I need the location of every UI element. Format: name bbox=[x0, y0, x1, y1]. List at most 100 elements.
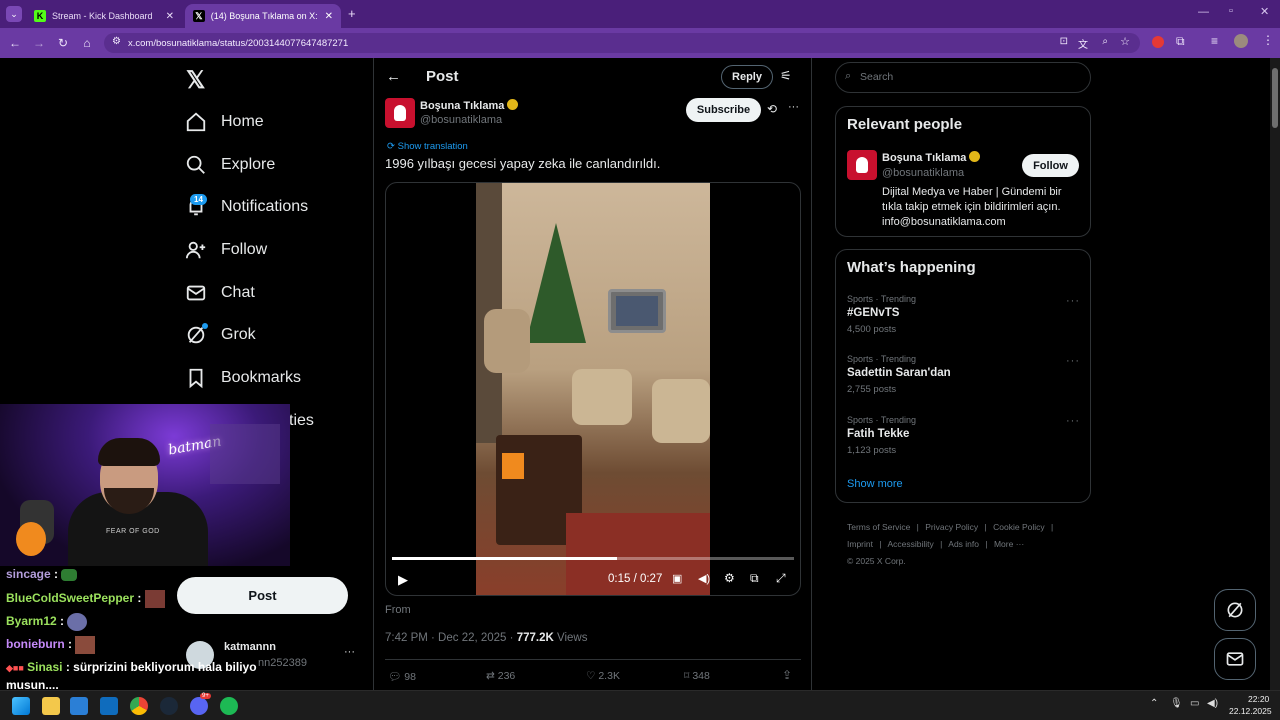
footer-link[interactable]: More ··· bbox=[994, 539, 1024, 549]
close-icon[interactable]: ✕ bbox=[325, 11, 333, 22]
nav-follow[interactable]: Follow bbox=[185, 239, 267, 261]
footer-link[interactable]: Ads info bbox=[948, 539, 979, 549]
steam-icon[interactable] bbox=[160, 697, 178, 715]
nav-communities-partial[interactable]: ties bbox=[289, 412, 314, 430]
more-icon[interactable]: ··· bbox=[1066, 415, 1080, 427]
repost-action[interactable]: ⇄ 236 bbox=[486, 670, 515, 682]
hand-pointer-icon bbox=[856, 157, 868, 173]
mic-icon[interactable]: 🎙︎ bbox=[1170, 698, 1183, 709]
show-translation-link[interactable]: ⟳ Show translation bbox=[387, 141, 468, 152]
tab-kick-dashboard[interactable]: K Stream - Kick Dashboard ✕ bbox=[26, 4, 182, 28]
author-handle[interactable]: @bosunatiklama bbox=[420, 114, 502, 126]
nav-chat[interactable]: Chat bbox=[185, 282, 255, 304]
footer-link[interactable]: Cookie Policy bbox=[993, 522, 1045, 532]
bookmark-star-icon[interactable]: ☆ bbox=[1120, 35, 1130, 48]
outlook-icon[interactable] bbox=[100, 697, 118, 715]
new-tab-button[interactable]: + bbox=[348, 6, 356, 21]
tab-search-button[interactable]: ⌄ bbox=[6, 6, 22, 22]
x-logo-icon[interactable]: 𝕏 bbox=[186, 66, 205, 95]
trend-item[interactable]: Sports · Trending Fatih Tekke 1,123 post… bbox=[847, 415, 916, 456]
file-explorer-icon[interactable] bbox=[42, 697, 60, 715]
follow-button[interactable]: Follow bbox=[1022, 154, 1079, 177]
reload-icon[interactable]: ↻ bbox=[52, 32, 74, 54]
tray-chevron-icon[interactable]: ⌃ bbox=[1150, 698, 1158, 709]
post-timestamp[interactable]: 7:42 PM · Dec 22, 2025 · 777.2K Views bbox=[385, 632, 587, 644]
search-icon: ⌕ bbox=[845, 70, 852, 82]
reply-button[interactable]: Reply bbox=[721, 65, 773, 89]
grok-icon[interactable]: ⟲ bbox=[767, 102, 777, 116]
trend-count: 2,755 posts bbox=[847, 384, 897, 395]
nav-explore[interactable]: Explore bbox=[185, 154, 275, 176]
captions-icon[interactable]: ▣ bbox=[672, 572, 682, 585]
clock-date[interactable]: 22.12.2025 bbox=[1229, 706, 1272, 716]
nav-home[interactable]: Home bbox=[185, 111, 264, 133]
menu-icon[interactable]: ⋮ bbox=[1262, 33, 1274, 47]
install-app-icon[interactable]: ⊡ bbox=[1060, 36, 1068, 47]
nav-grok[interactable]: Grok bbox=[185, 324, 256, 346]
home-icon[interactable]: ⌂ bbox=[76, 32, 98, 54]
author-name[interactable]: Boşuna Tıklama bbox=[420, 99, 519, 112]
discord-icon[interactable] bbox=[190, 697, 208, 715]
author-avatar[interactable] bbox=[385, 98, 415, 128]
media-control-icon[interactable]: ≡ bbox=[1211, 34, 1218, 48]
person-avatar[interactable] bbox=[847, 150, 877, 180]
filter-icon[interactable]: ⚟ bbox=[780, 68, 792, 84]
video-player[interactable]: ▶ 0:15 / 0:27 ▣ ◀) ⚙ ⧉ ⤢ bbox=[385, 182, 801, 596]
video-frame bbox=[476, 183, 710, 595]
more-icon[interactable]: ··· bbox=[1066, 355, 1080, 367]
forward-arrow-icon[interactable]: → bbox=[28, 32, 50, 54]
back-arrow-icon[interactable]: ← bbox=[386, 68, 401, 85]
chrome-icon[interactable] bbox=[130, 697, 148, 715]
messages-float-button[interactable] bbox=[1214, 638, 1256, 680]
tab-x-post[interactable]: 𝕏 (14) Boşuna Tıklama on X: "199… ✕ bbox=[185, 4, 341, 28]
footer-link[interactable]: Imprint bbox=[847, 539, 873, 549]
windows-start-icon[interactable] bbox=[12, 697, 30, 715]
extension-icon[interactable] bbox=[1152, 36, 1164, 48]
close-window-button[interactable]: ✕ bbox=[1260, 5, 1269, 18]
play-icon[interactable]: ▶ bbox=[398, 572, 408, 588]
more-icon[interactable]: ··· bbox=[1066, 295, 1080, 307]
site-info-icon[interactable]: ⚙ bbox=[112, 36, 121, 47]
nav-bookmarks[interactable]: Bookmarks bbox=[185, 367, 301, 389]
grok-float-button[interactable] bbox=[1214, 589, 1256, 631]
spotify-icon[interactable] bbox=[220, 697, 238, 715]
trend-item[interactable]: Sports · Trending Sadettin Saran'dan 2,7… bbox=[847, 354, 951, 395]
heart-icon: ♡ bbox=[586, 670, 596, 682]
scrollbar-thumb[interactable] bbox=[1272, 68, 1278, 128]
search-box[interactable]: ⌕ Search bbox=[835, 62, 1091, 93]
person-name[interactable]: Boşuna Tıklama bbox=[882, 151, 981, 164]
bookmark-action[interactable]: ⌑ 348 bbox=[684, 670, 710, 682]
close-icon[interactable]: ✕ bbox=[166, 11, 174, 22]
back-arrow-icon[interactable]: ← bbox=[4, 32, 26, 54]
maximize-button[interactable]: ▫ bbox=[1229, 5, 1233, 17]
page-scrollbar[interactable] bbox=[1270, 58, 1280, 690]
pip-icon[interactable]: ⧉ bbox=[750, 571, 759, 586]
show-more-link[interactable]: Show more bbox=[847, 478, 903, 490]
footer-link[interactable]: Privacy Policy bbox=[925, 522, 978, 532]
reply-action[interactable]: 💬︎ 98 bbox=[388, 670, 416, 683]
video-progress-track[interactable] bbox=[392, 557, 794, 560]
store-icon[interactable] bbox=[70, 697, 88, 715]
address-bar[interactable]: ⚙ x.com/bosunatiklama/status/20031440776… bbox=[104, 33, 1140, 53]
fullscreen-icon[interactable]: ⤢ bbox=[776, 571, 786, 586]
subscribe-button[interactable]: Subscribe bbox=[686, 98, 761, 122]
more-icon[interactable]: ··· bbox=[788, 101, 799, 113]
network-icon[interactable]: ▭ bbox=[1190, 698, 1199, 709]
share-icon[interactable]: ⇪ bbox=[782, 668, 792, 682]
more-icon[interactable]: ··· bbox=[344, 646, 355, 658]
trend-item[interactable]: Sports · Trending #GENvTS 4,500 posts bbox=[847, 294, 916, 335]
translate-icon[interactable]: 文 bbox=[1078, 36, 1088, 51]
settings-icon[interactable]: ⚙ bbox=[724, 571, 735, 585]
volume-icon[interactable]: ◀) bbox=[698, 572, 710, 585]
zoom-icon[interactable]: ⌕ bbox=[1102, 36, 1108, 47]
volume-icon[interactable]: ◀) bbox=[1207, 698, 1218, 709]
footer-link[interactable]: Terms of Service bbox=[847, 522, 910, 532]
profile-avatar[interactable] bbox=[1234, 34, 1248, 48]
post-compose-button[interactable]: Post bbox=[177, 577, 348, 614]
person-handle[interactable]: @bosunatiklama bbox=[882, 167, 964, 179]
like-action[interactable]: ♡ 2.3K bbox=[586, 670, 620, 682]
footer-link[interactable]: Accessibility bbox=[887, 539, 933, 549]
puzzle-icon[interactable]: ⧉ bbox=[1176, 34, 1185, 49]
clock-time[interactable]: 22:20 bbox=[1248, 694, 1269, 704]
minimize-button[interactable]: — bbox=[1198, 6, 1209, 18]
